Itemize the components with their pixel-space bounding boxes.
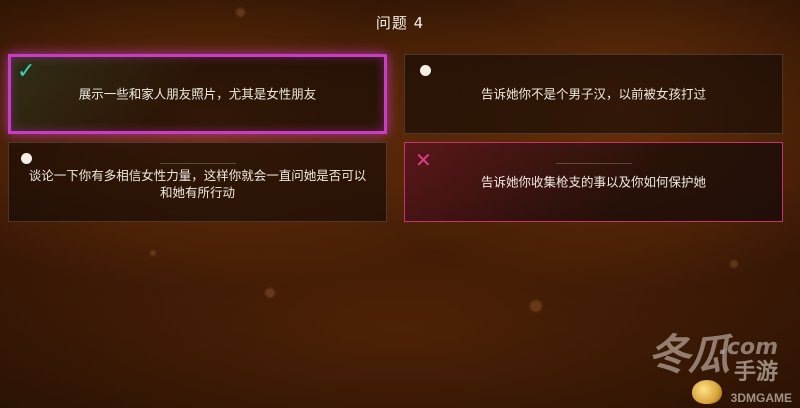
- option-divider: [159, 163, 236, 164]
- answer-option-1[interactable]: ✓ 展示一些和家人朋友照片，尤其是女性朋友: [8, 54, 387, 134]
- answer-option-2[interactable]: 告诉她你不是个男子汉，以前被女孩打过: [404, 54, 783, 134]
- cross-icon: ✕: [415, 148, 432, 172]
- answer-option-text: 展示一些和家人朋友照片，尤其是女性朋友: [78, 86, 317, 102]
- bokeh-light: [530, 300, 542, 312]
- dot-icon: [420, 65, 431, 76]
- dot-icon: [21, 153, 32, 164]
- answer-option-text: 告诉她你收集枪支的事以及你如何保护她: [480, 174, 706, 190]
- option-divider: [555, 163, 632, 164]
- bokeh-light: [150, 250, 156, 256]
- answer-option-3[interactable]: 谈论一下你有多相信女性力量，这样你就会一直问她是否可以和她有所行动: [8, 142, 387, 222]
- check-icon: ✓: [17, 59, 36, 84]
- bokeh-light: [265, 288, 275, 298]
- question-title: 问题 4: [375, 14, 425, 32]
- watermark-brand-sub: 手游: [733, 360, 778, 385]
- watermark-source: 3DMGAME: [730, 391, 792, 405]
- answer-option-text: 谈论一下你有多相信女性力量，这样你就会一直问她是否可以和她有所行动: [28, 167, 367, 200]
- watermark-logo-icon: [692, 380, 722, 404]
- answer-option-4[interactable]: ✕ 告诉她你收集枪支的事以及你如何保护她: [404, 142, 783, 222]
- answer-option-text: 告诉她你不是个男子汉，以前被女孩打过: [480, 86, 706, 102]
- watermark-brand: 冬瓜: [647, 330, 730, 379]
- bokeh-light: [730, 260, 738, 268]
